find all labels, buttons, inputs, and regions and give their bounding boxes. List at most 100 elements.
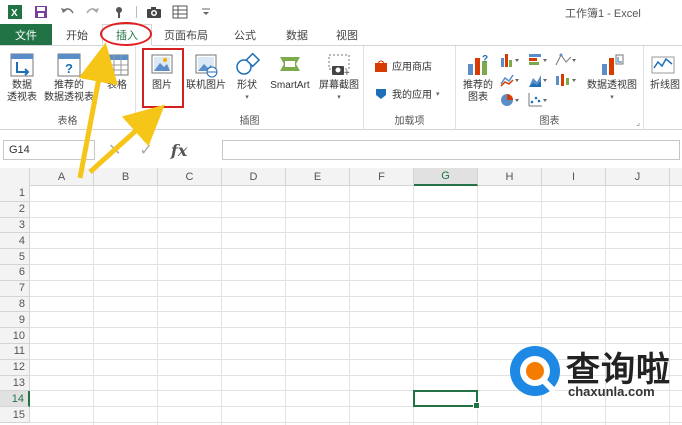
pivot-chart-label: 数据透视图 xyxy=(587,80,637,91)
row-header-12[interactable]: 12 xyxy=(0,359,30,376)
redo-icon[interactable] xyxy=(84,3,102,21)
qat-separator xyxy=(136,6,137,18)
column-gridline xyxy=(221,186,222,425)
scatter-chart-icon[interactable] xyxy=(528,92,550,108)
smartart-button[interactable]: SmartArt xyxy=(266,52,314,92)
stock-chart-icon[interactable] xyxy=(554,72,578,88)
confirm-entry-icon[interactable]: ✓ xyxy=(139,140,152,160)
watermark-url: chaxunla.com xyxy=(568,384,655,399)
row-header-8[interactable]: 8 xyxy=(0,296,30,313)
row-gridline xyxy=(30,311,682,313)
active-cell[interactable] xyxy=(413,390,480,409)
my-apps-dropdown-icon: ▾ xyxy=(436,90,440,98)
tab-formulas[interactable]: 公式 xyxy=(220,24,270,45)
tab-insert[interactable]: 插入 xyxy=(102,24,152,46)
app-store-button[interactable]: 应用商店 xyxy=(374,58,432,73)
pivot-table-button[interactable]: 数据 透视表 xyxy=(2,52,42,104)
touch-mode-icon[interactable] xyxy=(110,3,128,21)
illustrations-group: 图片 联机图片 形状 ▾ SmartArt + 屏幕截图 ▾ 插图 xyxy=(136,46,364,130)
column-header-C[interactable]: C xyxy=(158,168,222,186)
charts-dialog-launcher-icon[interactable]: ⌟ xyxy=(636,118,640,127)
row-header-10[interactable]: 10 xyxy=(0,328,30,344)
tab-page-layout[interactable]: 页面布局 xyxy=(152,24,220,45)
row-gridline xyxy=(30,327,682,329)
tab-file[interactable]: 文件 xyxy=(0,24,52,45)
row-header-11[interactable]: 11 xyxy=(0,344,30,360)
name-box-dropdown-icon[interactable]: ▼ xyxy=(82,145,90,154)
screenshot-button[interactable]: + 屏幕截图 ▾ xyxy=(316,52,362,104)
column-header-G[interactable]: G xyxy=(414,168,478,186)
waterfall-chart-icon[interactable] xyxy=(554,52,578,68)
column-gridline xyxy=(477,186,478,425)
bar-chart-icon[interactable] xyxy=(528,52,550,68)
recommended-pivot-button[interactable]: ? 推荐的 数据透视表 xyxy=(40,52,98,104)
sparkline-line-label: 折线图 xyxy=(650,80,680,91)
my-apps-button[interactable]: 我的应用 ▾ xyxy=(374,86,440,101)
sparkline-line-button[interactable]: 折线图 xyxy=(650,52,682,92)
name-box[interactable]: G14 ▼ xyxy=(3,140,95,160)
chart-types-grid xyxy=(500,52,580,108)
shapes-button[interactable]: 形状 ▾ xyxy=(230,52,264,104)
row-header-13[interactable]: 13 xyxy=(0,375,30,392)
undo-icon[interactable] xyxy=(58,3,76,21)
area-chart-icon[interactable] xyxy=(528,72,550,88)
row-header-1[interactable]: 1 xyxy=(0,186,30,202)
store-icon xyxy=(375,60,387,72)
picture-label: 图片 xyxy=(152,80,172,91)
online-pictures-icon xyxy=(193,52,219,78)
select-all-corner[interactable] xyxy=(0,168,30,186)
row-header-2[interactable]: 2 xyxy=(0,201,30,218)
row-header-15[interactable]: 15 xyxy=(0,407,30,423)
column-header-I[interactable]: I xyxy=(542,168,606,186)
table-button[interactable]: 表格 xyxy=(100,52,134,92)
row-header-6[interactable]: 6 xyxy=(0,265,30,281)
row-header-4[interactable]: 4 xyxy=(0,233,30,250)
row-header-9[interactable]: 9 xyxy=(0,312,30,329)
column-header-E[interactable]: E xyxy=(286,168,350,186)
addins-group: 应用商店 我的应用 ▾ 加载项 xyxy=(364,46,456,130)
pivot-table-label-2: 透视表 xyxy=(7,92,37,103)
tab-home[interactable]: 开始 xyxy=(52,24,102,45)
recommended-charts-button[interactable]: ? 推荐的 图表 xyxy=(460,52,496,104)
row-header-3[interactable]: 3 xyxy=(0,217,30,234)
cancel-entry-icon[interactable]: ✕ xyxy=(108,140,121,160)
smartart-icon xyxy=(277,52,303,78)
sparklines-group: 折线图 xyxy=(644,46,682,130)
row-header-14[interactable]: 14 xyxy=(0,391,30,408)
table-icon[interactable] xyxy=(171,3,189,21)
window-title: 工作簿1 - Excel xyxy=(565,8,641,20)
recommended-pivot-label-1: 推荐的 xyxy=(54,80,84,91)
svg-text:?: ? xyxy=(65,61,73,76)
picture-button[interactable]: 图片 xyxy=(144,52,180,92)
row-gridline xyxy=(30,200,682,202)
camera-icon[interactable] xyxy=(145,3,163,21)
formula-input[interactable] xyxy=(222,140,680,160)
column-header-H[interactable]: H xyxy=(478,168,542,186)
row-gridline xyxy=(30,264,682,265)
column-chart-icon[interactable] xyxy=(500,52,522,68)
online-pictures-button[interactable]: 联机图片 xyxy=(184,52,228,92)
charts-group-label: 图表 xyxy=(539,116,560,127)
recommended-pivot-label-2: 数据透视表 xyxy=(44,92,94,103)
line-chart-icon[interactable] xyxy=(500,72,522,88)
tab-view[interactable]: 视图 xyxy=(324,24,370,45)
column-header-J[interactable]: J xyxy=(606,168,670,186)
customize-icon[interactable] xyxy=(197,3,215,21)
formula-bar: G14 ▼ ✕ ✓ fx xyxy=(0,137,682,163)
tables-group-label: 表格 xyxy=(57,116,78,127)
row-header-7[interactable]: 7 xyxy=(0,280,30,297)
row-header-5[interactable]: 5 xyxy=(0,249,30,265)
column-header-B[interactable]: B xyxy=(94,168,158,186)
pie-chart-icon[interactable] xyxy=(500,92,522,108)
table-label: 表格 xyxy=(107,80,127,91)
pivot-chart-button[interactable]: 数据透视图 ▾ xyxy=(582,52,642,104)
online-pictures-label: 联机图片 xyxy=(186,80,226,91)
insert-function-icon[interactable]: fx xyxy=(171,141,187,160)
ribbon: 数据 透视表 ? 推荐的 数据透视表 表格 表格 图片 联机图片 形状 ▾ Sm… xyxy=(0,46,682,130)
tab-data[interactable]: 数据 xyxy=(270,24,324,45)
save-icon[interactable] xyxy=(32,3,50,21)
column-header-F[interactable]: F xyxy=(350,168,414,186)
column-header-D[interactable]: D xyxy=(222,168,286,186)
excel-logo-icon: X xyxy=(6,3,24,21)
column-header-A[interactable]: A xyxy=(30,168,94,186)
